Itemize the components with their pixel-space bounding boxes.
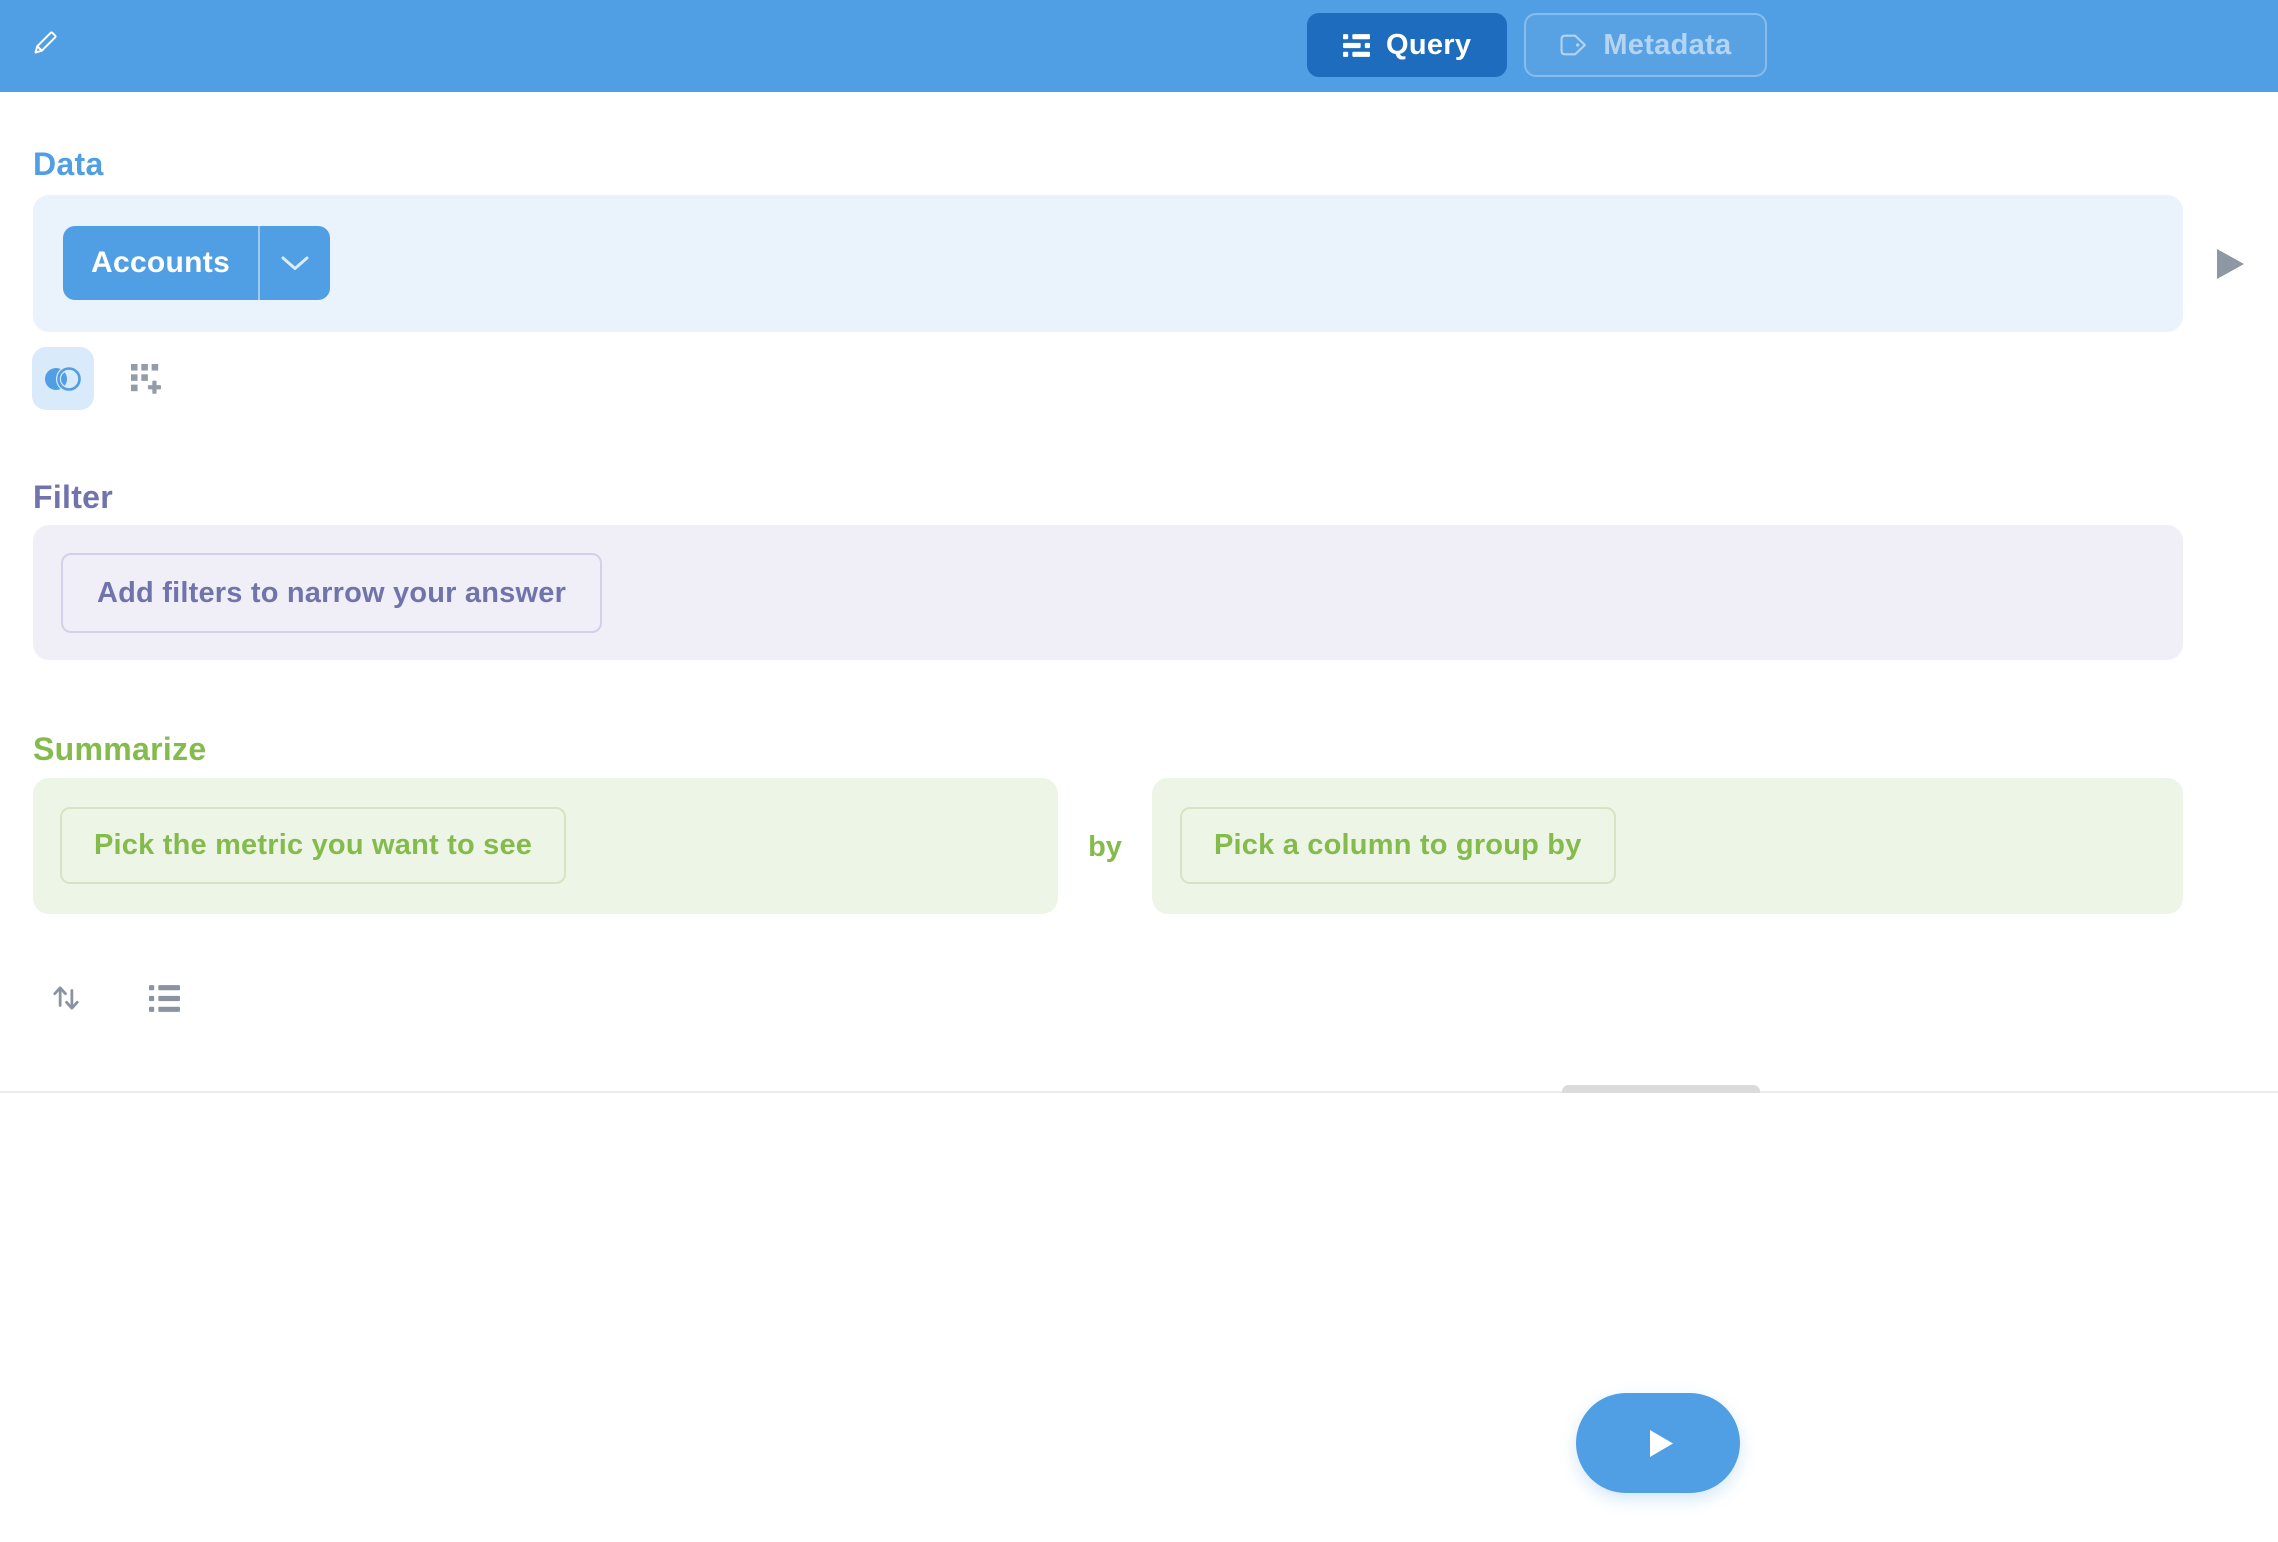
results-area: Here's where your results will appear: [0, 1093, 2278, 1542]
chevron-down-icon: [260, 226, 330, 300]
pick-group-column-button[interactable]: Pick a column to group by: [1180, 807, 1616, 884]
preview-step-button[interactable]: [2210, 246, 2250, 282]
query-builder-page: Query Metadata Data Accounts: [0, 0, 2278, 1542]
join-icon: [42, 364, 84, 394]
summarize-groupby-panel: Pick a column to group by: [1152, 778, 2183, 914]
data-section-heading: Data: [33, 146, 104, 183]
sort-icon: [50, 982, 82, 1014]
table-picker-label: Accounts: [63, 226, 258, 300]
filter-section: Add filters to narrow your answer: [33, 525, 2183, 660]
preview-play-icon: [2217, 249, 2244, 279]
tab-metadata-label: Metadata: [1603, 29, 1731, 62]
summarize-section-heading: Summarize: [33, 731, 206, 768]
table-picker-button[interactable]: Accounts: [63, 226, 330, 300]
bottom-step-actions: [44, 976, 186, 1020]
tag-icon: [1560, 34, 1587, 56]
topbar: Query Metadata: [0, 0, 2278, 92]
tab-metadata[interactable]: Metadata: [1524, 13, 1767, 77]
pick-metric-button[interactable]: Pick the metric you want to see: [60, 807, 566, 884]
run-query-button[interactable]: [1576, 1393, 1740, 1493]
pencil-icon: [30, 28, 60, 58]
custom-column-icon: [131, 364, 161, 394]
view-tabs: Query Metadata: [1307, 13, 1767, 77]
join-data-button[interactable]: [32, 347, 94, 410]
data-step-actions: [32, 347, 168, 410]
tab-query[interactable]: Query: [1307, 13, 1507, 77]
row-limit-list-icon: [149, 985, 180, 1012]
add-filter-button[interactable]: Add filters to narrow your answer: [61, 553, 602, 633]
row-limit-button[interactable]: [142, 976, 186, 1020]
summarize-metric-panel: Pick the metric you want to see: [33, 778, 1058, 914]
sort-button[interactable]: [44, 976, 88, 1020]
filter-section-heading: Filter: [33, 479, 113, 516]
custom-column-button[interactable]: [124, 357, 168, 401]
summarize-by-label: by: [1058, 831, 1152, 864]
data-section: Accounts: [33, 195, 2183, 332]
play-icon: [1650, 1430, 1673, 1457]
notebook-list-icon: [1343, 34, 1370, 57]
tab-query-label: Query: [1386, 29, 1471, 62]
